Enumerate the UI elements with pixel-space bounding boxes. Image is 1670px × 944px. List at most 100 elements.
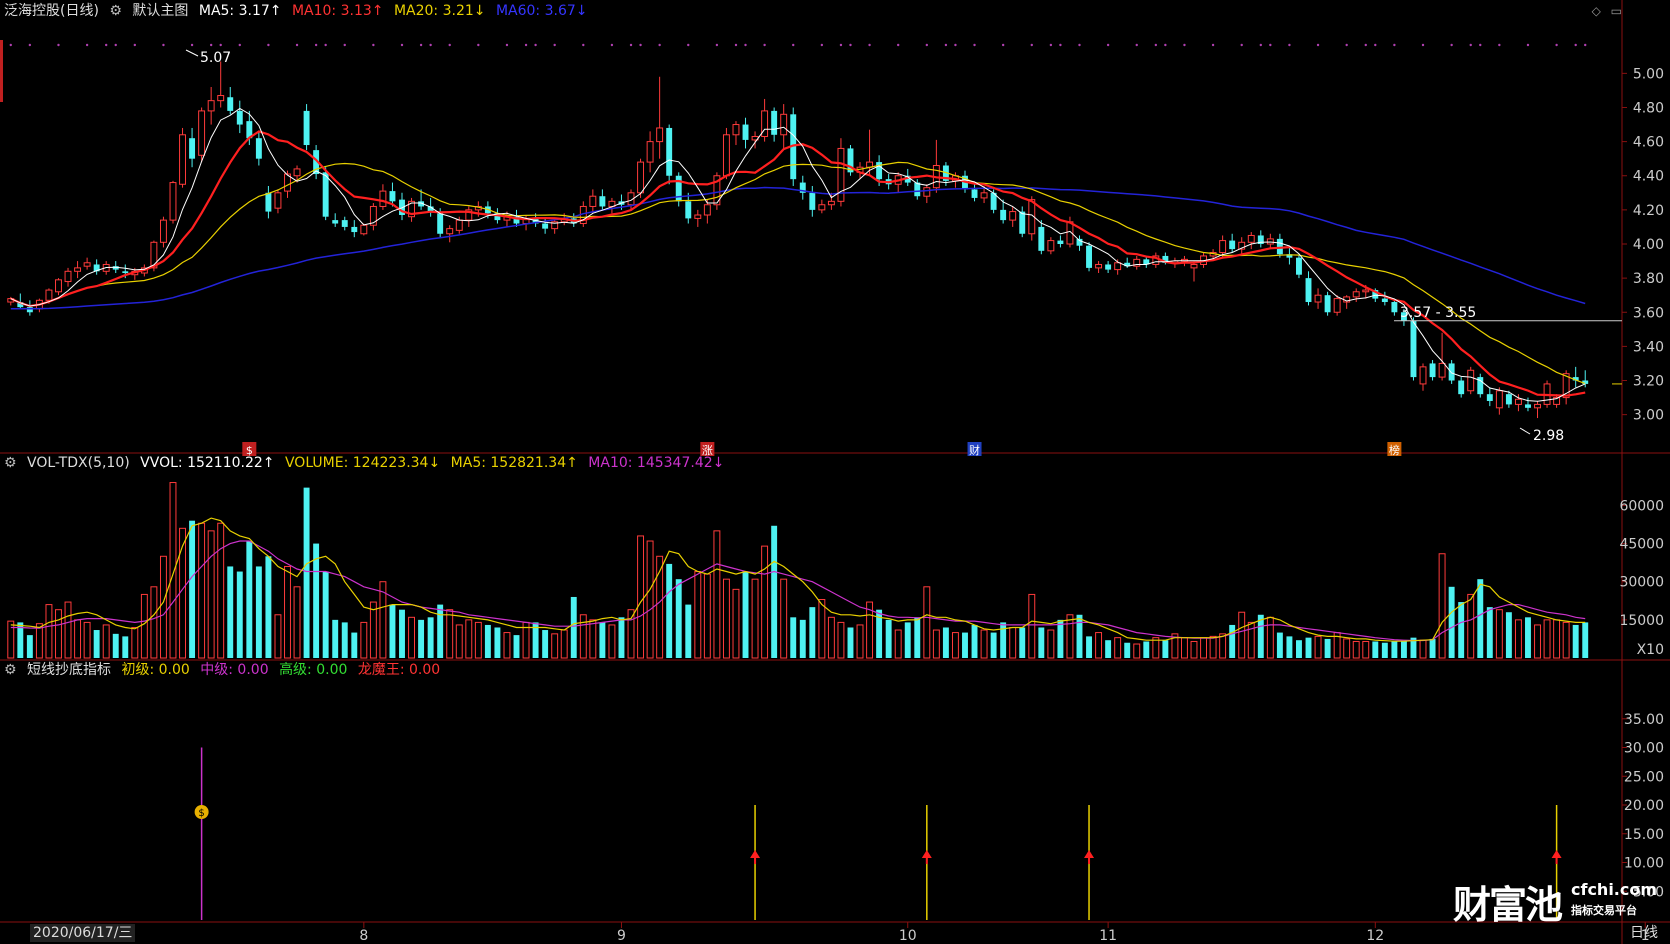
volume-bar [1038,627,1045,658]
candle-body [83,262,91,267]
candle-body [1229,240,1236,250]
volume-bar [474,621,482,659]
candle-body [236,110,243,125]
candle [1333,295,1341,316]
candle-body [1114,262,1122,271]
candle [303,104,310,151]
candle [713,172,721,210]
candle-body [1525,404,1531,408]
price-tick-label: 4.40 [1633,169,1664,185]
volume-bar [484,624,491,658]
candle-body [1095,263,1103,269]
candle-body [1429,363,1436,378]
top-dot-marker [1479,43,1482,47]
x-tick-label: 9 [617,928,626,944]
top-dot-marker [209,43,213,47]
volume-bar [1057,619,1064,658]
candle-body [637,161,645,194]
volume-bar [1458,602,1465,658]
candle [198,107,206,163]
volume-bar [112,633,119,658]
candle [179,127,186,188]
volume-bar [369,601,377,659]
top-dot-marker [1526,43,1530,47]
top-dot-marker [1269,43,1272,47]
candle-body [923,187,931,197]
top-dot-marker [687,43,690,47]
candle [1477,373,1484,398]
candle [1257,230,1264,248]
volume-bar [542,630,549,658]
volume-bar [427,617,434,658]
period-label[interactable]: 日线 [1630,924,1658,942]
candle-body [1410,320,1417,378]
candle [1266,233,1274,250]
volume-bar [332,619,339,658]
volume-bar [837,621,845,659]
candle-body [293,168,301,177]
volume-bar [1019,627,1026,658]
candle [1095,261,1103,274]
top-dot-marker [1555,43,1558,47]
candle [818,199,826,214]
candle [932,139,940,193]
price-tick-label: 3.60 [1633,305,1664,321]
volume-bar [1553,619,1561,659]
volume-bar [1324,638,1331,658]
top-dot-marker [85,43,89,47]
top-dot-marker [57,43,60,47]
candle-body [703,204,711,216]
price-tick-label: 3.40 [1633,339,1664,355]
volume-bar [551,633,559,659]
volume-bar [389,604,396,658]
volume-bar [1352,640,1360,659]
candle-body [332,220,339,224]
candle [761,98,769,142]
volume-bar [1143,641,1150,658]
volume-bar [942,627,949,658]
candle [732,121,740,146]
volume-bar [560,629,568,659]
top-dot-marker [792,43,795,47]
volume-bar [1305,637,1312,658]
candle-body [656,127,664,143]
volume-bar [790,617,797,658]
volume-bar [455,624,463,659]
candle-body [771,110,778,135]
candle-body [198,110,206,156]
candle [666,124,673,185]
volume-bar [1286,636,1293,658]
volume-bar [1572,624,1579,658]
candle [83,257,91,270]
top-dot-marker [763,43,766,47]
candle-body [1219,240,1227,254]
top-dot-marker [744,43,747,47]
candle-body [1486,394,1493,401]
top-dot-marker [1211,43,1215,47]
money-bag-symbol: $ [198,808,204,819]
volume-bar [1086,636,1092,658]
top-dot-marker [219,43,222,47]
volume-bar [1238,611,1246,659]
stock-chart[interactable]: 5.00 4.80 4.60 4.40 4.20 4.00 3.80 3.60 3.40 3.20… [0,0,1670,944]
candle [1495,387,1503,415]
candle-body [265,192,272,212]
top-dot-marker [190,43,194,47]
candle [236,100,243,134]
volume-bar [1381,642,1388,658]
candle-body [1314,294,1322,303]
candle-body [1458,380,1465,395]
volume-bar [751,578,759,659]
candle [1448,360,1455,384]
volume-bar [1495,609,1503,659]
candle-body [1266,238,1274,245]
candle [1286,247,1293,265]
candle-body [1333,298,1341,313]
candle [685,192,692,224]
volume-bar [399,609,405,658]
price-tick-label: 3.20 [1633,374,1664,390]
volume-bar [608,624,616,659]
price-tick-label: 3.80 [1633,271,1664,287]
volume-bar [1009,626,1017,659]
candle-body [437,213,444,234]
